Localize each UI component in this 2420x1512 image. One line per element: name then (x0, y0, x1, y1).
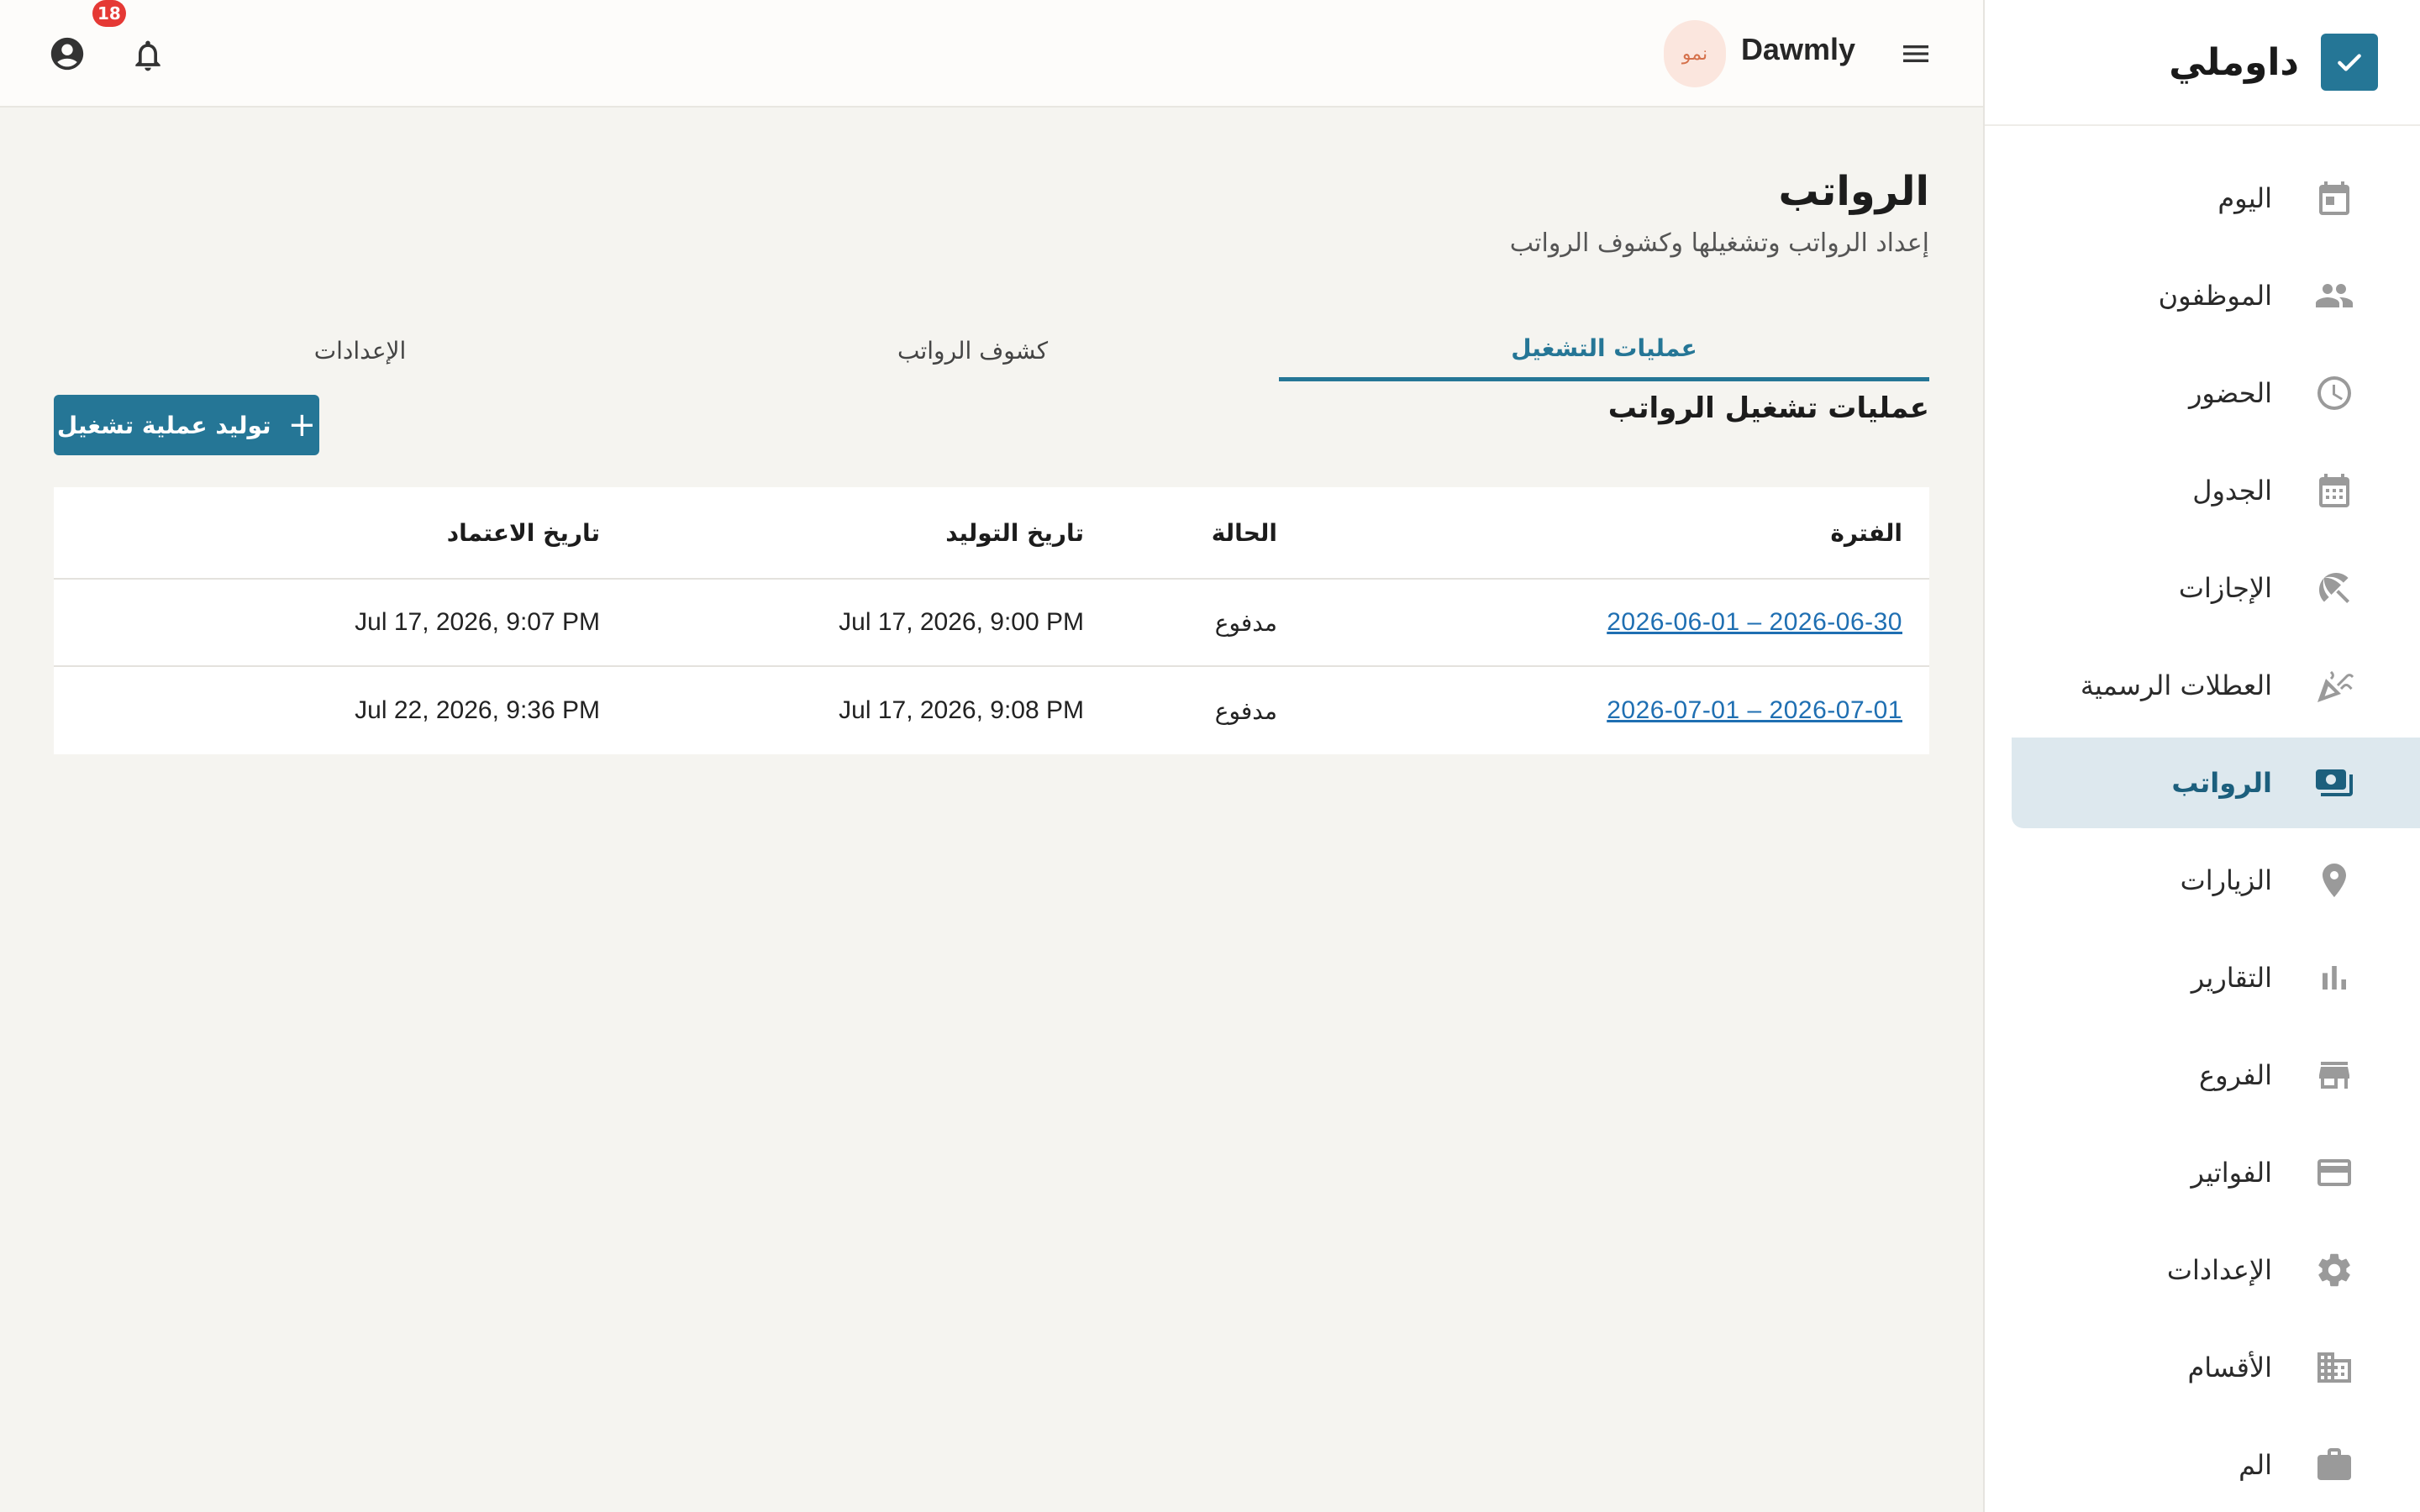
sidebar-item-label: التقارير (2191, 962, 2272, 994)
brand-name: داوملي (2169, 40, 2299, 84)
approved-date-cell: Jul 17, 2026, 9:07 PM (54, 580, 600, 665)
sidebar-item-label: اليوم (2217, 182, 2272, 214)
plan-chip[interactable]: نمو (1664, 20, 1726, 87)
logo-check-icon (2321, 34, 2378, 91)
sidebar-item-visits[interactable]: الزيارات (1985, 835, 2393, 926)
celebration-icon (2314, 665, 2354, 706)
approved-date-cell: Jul 22, 2026, 9:36 PM (54, 667, 600, 754)
people-icon (2314, 276, 2354, 316)
tab-runs[interactable]: عمليات التشغيل (1279, 319, 1929, 381)
credit-card-icon (2314, 1152, 2354, 1193)
sidebar-nav: اليوم الموظفون الحضور الجدول الإجازات ال… (1985, 126, 2420, 1510)
briefcase-icon (2314, 1445, 2354, 1485)
sidebar-item-holidays[interactable]: العطلات الرسمية (1985, 640, 2393, 731)
beach-umbrella-icon (2314, 568, 2354, 608)
period-cell: 2026-06-01 – 2026-06-30 (1277, 580, 1929, 665)
generated-date-cell: Jul 17, 2026, 9:08 PM (600, 667, 1084, 754)
sidebar-item-label: الزيارات (2180, 864, 2272, 896)
generate-run-button[interactable]: + توليد عملية تشغيل (54, 395, 319, 455)
clock-icon (2314, 373, 2354, 413)
tabs: عمليات التشغيل كشوف الرواتب الإعدادات (54, 319, 1929, 381)
sidebar-item-today[interactable]: اليوم (1985, 153, 2393, 244)
sidebar-item-label: الموظفون (2158, 280, 2272, 312)
sidebar-brand[interactable]: داوملي (1985, 0, 2420, 126)
sidebar-item-label: الإجازات (2178, 572, 2272, 604)
approved-date: Jul 22, 2026, 9:36 PM (355, 696, 600, 724)
account-circle-icon[interactable] (47, 34, 87, 74)
sidebar-item-invoices[interactable]: الفواتير (1985, 1127, 2393, 1218)
generated-date-cell: Jul 17, 2026, 9:00 PM (600, 580, 1084, 665)
table-header-row: الفترة الحالة تاريخ التوليد تاريخ الاعتم… (54, 487, 1929, 580)
sidebar-item-label: الحضور (2188, 377, 2272, 409)
column-header-approved[interactable]: تاريخ الاعتماد (54, 487, 600, 578)
column-header-status[interactable]: الحالة (1084, 487, 1277, 578)
period-link[interactable]: 2026-06-01 – 2026-06-30 (1607, 608, 1902, 637)
sidebar-item-label: الرواتب (2171, 767, 2272, 799)
sidebar-item-label: الفواتير (2191, 1157, 2272, 1189)
column-header-period[interactable]: الفترة (1277, 487, 1929, 578)
gear-icon (2314, 1250, 2354, 1290)
sidebar-item-more[interactable]: الم (1985, 1420, 2393, 1510)
status-cell: مدفوع (1214, 696, 1277, 725)
bell-icon[interactable] (128, 35, 168, 76)
sidebar-item-employees[interactable]: الموظفون (1985, 250, 2393, 341)
sidebar-item-label: الجدول (2192, 475, 2272, 507)
calendar-today-icon (2314, 178, 2354, 218)
table-row: 2026-07-01 – 2026-07-01 مدفوع Jul 17, 20… (54, 667, 1929, 754)
approved-date: Jul 17, 2026, 9:07 PM (355, 608, 600, 636)
location-pin-icon (2314, 860, 2354, 900)
sidebar-item-label: الفروع (2198, 1059, 2272, 1091)
sidebar-item-branches[interactable]: الفروع (1985, 1030, 2393, 1121)
sidebar: داوملي اليوم الموظفون الحضور الجدول الإج… (1983, 0, 2420, 1512)
sidebar-item-attendance[interactable]: الحضور (1985, 348, 2393, 438)
sidebar-item-label: الإعدادات (2166, 1254, 2272, 1286)
top-bar: Dawmly نمو 18 (0, 0, 1983, 108)
store-icon (2314, 1055, 2354, 1095)
tab-settings[interactable]: الإعدادات (54, 319, 666, 381)
calendar-grid-icon (2314, 470, 2354, 511)
generated-date: Jul 17, 2026, 9:00 PM (839, 608, 1084, 636)
table-row: 2026-06-01 – 2026-06-30 مدفوع Jul 17, 20… (54, 580, 1929, 667)
page-title: الرواتب (1778, 168, 1929, 215)
plus-icon: + (287, 406, 317, 444)
payroll-runs-table: الفترة الحالة تاريخ التوليد تاريخ الاعتم… (54, 487, 1929, 754)
sidebar-item-label: الأقسام (2187, 1352, 2272, 1383)
sidebar-item-departments[interactable]: الأقسام (1985, 1322, 2393, 1413)
menu-icon[interactable] (1896, 34, 1936, 74)
period-link[interactable]: 2026-07-01 – 2026-07-01 (1607, 696, 1902, 725)
sidebar-item-reports[interactable]: التقارير (1985, 932, 2393, 1023)
building-icon (2314, 1347, 2354, 1388)
sidebar-item-label: الم (2238, 1449, 2272, 1481)
period-cell: 2026-07-01 – 2026-07-01 (1277, 667, 1929, 754)
payments-icon (2314, 763, 2354, 803)
generated-date: Jul 17, 2026, 9:08 PM (839, 696, 1084, 724)
column-header-generated[interactable]: تاريخ التوليد (600, 487, 1084, 578)
sidebar-item-label: العطلات الرسمية (2080, 669, 2272, 701)
status-cell: مدفوع (1214, 608, 1277, 637)
top-brand-name: Dawmly (1740, 32, 1855, 66)
sidebar-item-schedule[interactable]: الجدول (1985, 445, 2393, 536)
sidebar-item-payroll[interactable]: الرواتب (2012, 738, 2420, 828)
sidebar-item-leaves[interactable]: الإجازات (1985, 543, 2393, 633)
generate-run-label: توليد عملية تشغيل (56, 411, 271, 439)
section-title: عمليات تشغيل الرواتب (1607, 391, 1929, 425)
bar-chart-icon (2314, 958, 2354, 998)
tab-payslips[interactable]: كشوف الرواتب (666, 319, 1279, 381)
notification-badge: 18 (92, 0, 126, 27)
page-subtitle: إعداد الرواتب وتشغيلها وكشوف الرواتب (1509, 228, 1929, 258)
sidebar-item-settings[interactable]: الإعدادات (1985, 1225, 2393, 1315)
